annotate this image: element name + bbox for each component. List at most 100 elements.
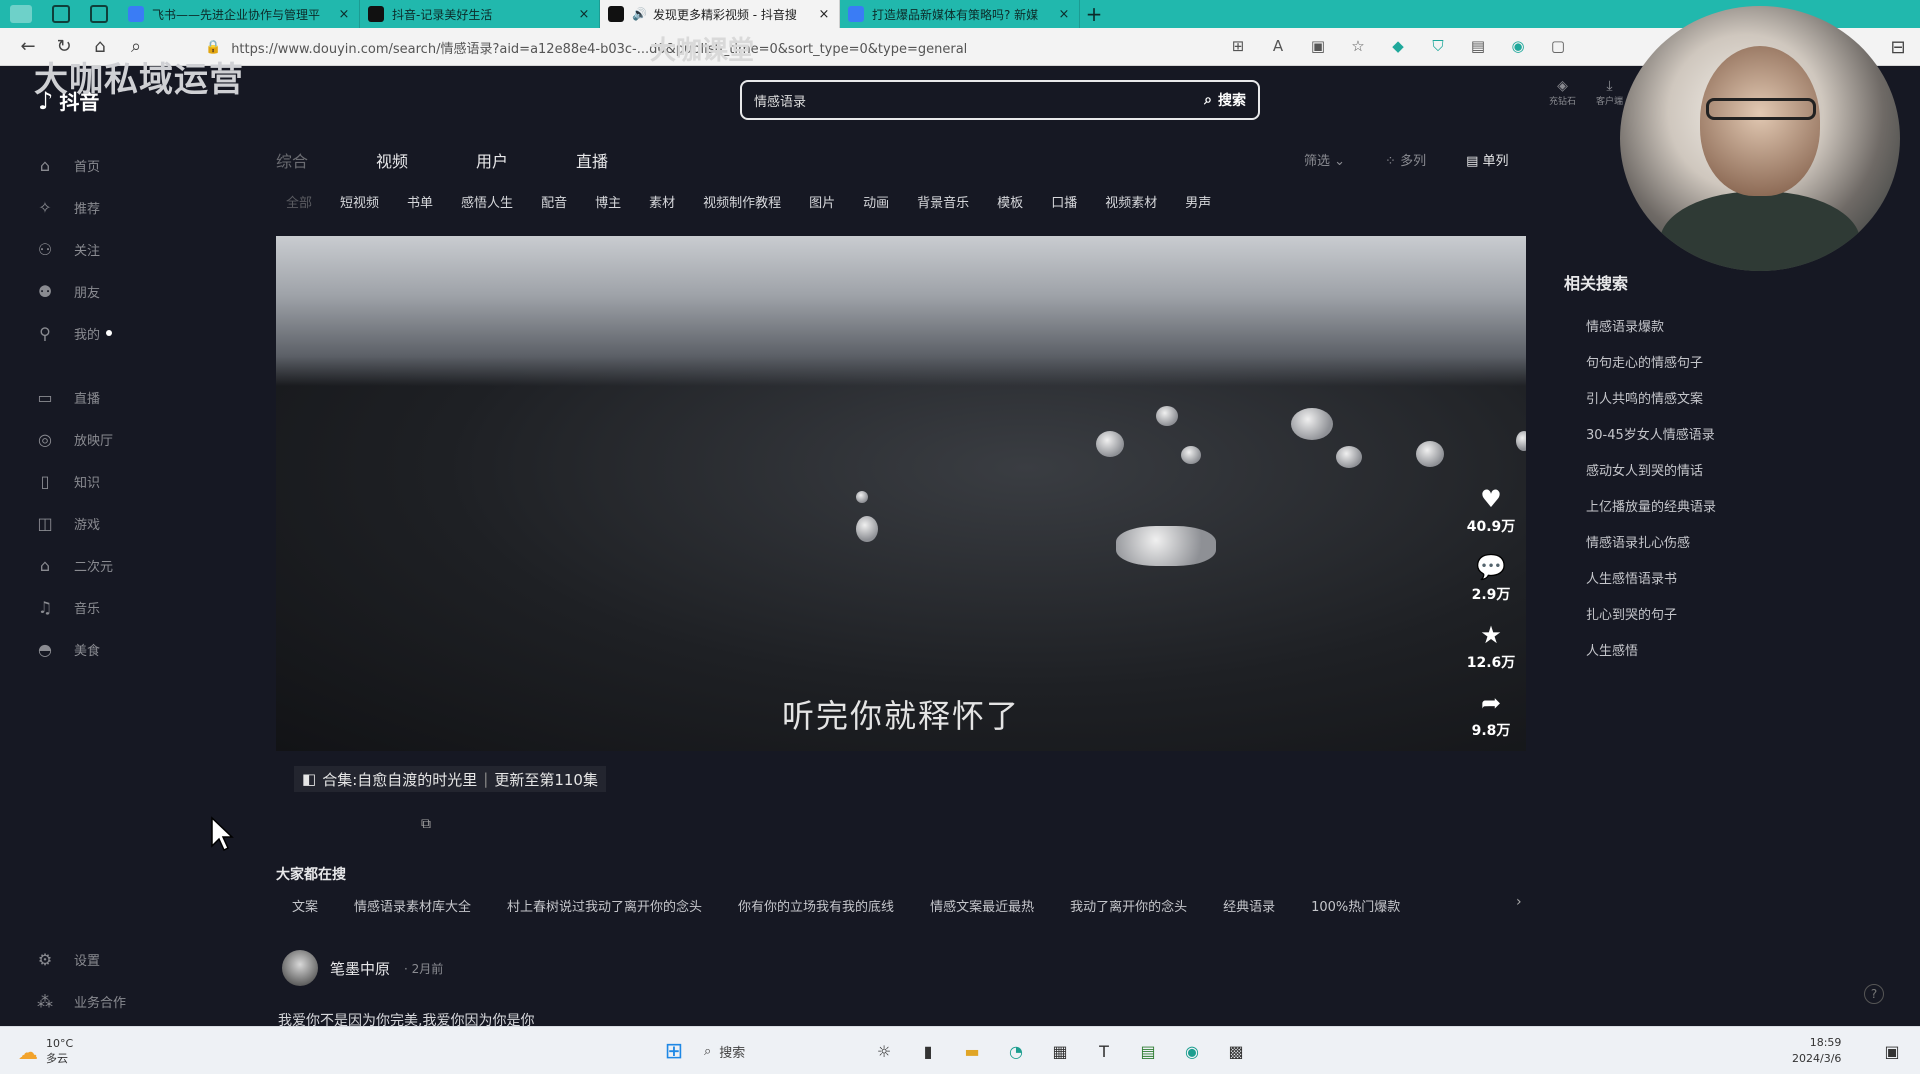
recharge-button[interactable]: ◈ 充钻石: [1549, 78, 1576, 107]
new-tab-button[interactable]: +: [1080, 2, 1108, 26]
screenshot-icon[interactable]: ▢: [1548, 36, 1568, 56]
typora-icon[interactable]: T: [1090, 1037, 1118, 1065]
hot-search-item[interactable]: 村上春树说过我动了离开你的念头: [507, 896, 702, 915]
related-item[interactable]: 人生感悟语录书: [1564, 568, 1864, 604]
weather-widget[interactable]: ☁ 10°C 多云: [18, 1037, 73, 1066]
subtab[interactable]: 视频制作教程: [703, 192, 781, 211]
store-icon[interactable]: ▦: [1046, 1037, 1074, 1065]
sidebar-item-live[interactable]: ▭ 直播: [34, 376, 234, 418]
profile-icon[interactable]: [10, 5, 32, 23]
notification-icon[interactable]: ▣: [1878, 1037, 1906, 1065]
extension-icon[interactable]: ◆: [1388, 36, 1408, 56]
start-icon[interactable]: ⊞: [660, 1037, 688, 1065]
subtab[interactable]: 博主: [595, 192, 621, 211]
pip-icon[interactable]: ⧉: [421, 816, 431, 832]
share-button[interactable]: ➦ 9.8万: [1466, 690, 1516, 740]
single-column-button[interactable]: ▤ 单列: [1466, 150, 1508, 169]
subtab[interactable]: 感悟人生: [461, 192, 513, 211]
related-item[interactable]: 上亿播放量的经典语录: [1564, 496, 1864, 532]
widgets-icon[interactable]: ☼: [870, 1037, 898, 1065]
related-item[interactable]: 情感语录爆款: [1564, 316, 1864, 352]
sidebar-item-food[interactable]: ◓ 美食: [34, 628, 234, 670]
favorite-button[interactable]: ★ 12.6万: [1466, 622, 1516, 672]
sidebar-item-anime[interactable]: ⌂ 二次元: [34, 544, 234, 586]
hot-search-item[interactable]: 情感语录素材库大全: [354, 896, 471, 915]
system-clock[interactable]: 18:59 2024/3/6: [1792, 1035, 1841, 1067]
browser-tab-feishu[interactable]: 飞书——先进企业协作与管理平 ×: [120, 0, 360, 28]
task-view-icon[interactable]: ▮: [914, 1037, 942, 1065]
subtab[interactable]: 模板: [997, 192, 1023, 211]
hot-search-item[interactable]: 文案: [292, 896, 318, 915]
browser-tab-douyin-search[interactable]: 🔊 发现更多精彩视频 - 抖音搜 ×: [600, 0, 840, 28]
related-item[interactable]: 引人共鸣的情感文案: [1564, 388, 1864, 424]
search-button[interactable]: ⌕ 搜索: [1204, 90, 1246, 110]
sidebar-item-games[interactable]: ◫ 游戏: [34, 502, 234, 544]
hot-search-item[interactable]: 经典语录: [1223, 896, 1275, 915]
tab-general[interactable]: 综合: [276, 148, 308, 172]
avatar[interactable]: [282, 950, 318, 986]
hot-search-item[interactable]: 100%热门爆款: [1311, 896, 1400, 915]
related-item[interactable]: 感动女人到哭的情话: [1564, 460, 1864, 496]
app-icon[interactable]: ⊞: [1228, 36, 1248, 56]
subtab[interactable]: 书单: [407, 192, 433, 211]
collection-badge[interactable]: ◧ 合集: 自愈自渡的时光里 | 更新至第110集: [294, 766, 606, 792]
workspaces-icon[interactable]: [52, 5, 70, 23]
chevron-right-icon[interactable]: ›: [1516, 894, 1522, 910]
related-item[interactable]: 人生感悟: [1564, 640, 1864, 676]
collections-icon[interactable]: ▤: [1468, 36, 1488, 56]
hot-search-item[interactable]: 情感文案最近最热: [930, 896, 1034, 915]
subtab[interactable]: 口播: [1051, 192, 1077, 211]
subtab[interactable]: 男声: [1185, 192, 1211, 211]
taskbar-search[interactable]: ⌕ 搜索: [704, 1035, 854, 1067]
related-item[interactable]: 情感语录扎心伤感: [1564, 532, 1864, 568]
file-explorer-icon[interactable]: ▬: [958, 1037, 986, 1065]
filter-button[interactable]: 筛选 ⌄: [1304, 150, 1345, 169]
related-item[interactable]: 30-45岁女人情感语录: [1564, 424, 1864, 460]
sidebar-item-cinema[interactable]: ◎ 放映厅: [34, 418, 234, 460]
browser-tab-article[interactable]: 打造爆品新媒体有策略吗? 新媒 ×: [840, 0, 1080, 28]
sidebar-item-home[interactable]: ⌂ 首页: [34, 144, 234, 186]
close-tab-icon[interactable]: ×: [1057, 7, 1071, 22]
author-name[interactable]: 笔墨中原: [330, 958, 390, 979]
subtab-all[interactable]: 全部: [286, 192, 312, 211]
subtab[interactable]: 配音: [541, 192, 567, 211]
subtab[interactable]: 背景音乐: [917, 192, 969, 211]
related-item[interactable]: 句句走心的情感句子: [1564, 352, 1864, 388]
tab-actions-icon[interactable]: [90, 5, 108, 23]
sidebar-toggle-icon[interactable]: ⊟: [1880, 32, 1916, 62]
subtab[interactable]: 视频素材: [1105, 192, 1157, 211]
browser-icon[interactable]: ◉: [1178, 1037, 1206, 1065]
subtab[interactable]: 素材: [649, 192, 675, 211]
edge-icon[interactable]: ◔: [1002, 1037, 1030, 1065]
sidebar-item-business[interactable]: ⁂ 业务合作: [34, 980, 234, 1022]
sidebar-item-settings[interactable]: ⚙ 设置: [34, 938, 234, 980]
read-aloud-icon[interactable]: A: [1268, 36, 1288, 56]
close-tab-icon[interactable]: ×: [577, 7, 591, 22]
subtab[interactable]: 短视频: [340, 192, 379, 211]
speaker-icon[interactable]: 🔊: [632, 7, 647, 21]
tab-live[interactable]: 直播: [576, 148, 608, 172]
sidebar-item-music[interactable]: ♫ 音乐: [34, 586, 234, 628]
sidebar-item-knowledge[interactable]: ▯ 知识: [34, 460, 234, 502]
help-icon[interactable]: ?: [1864, 984, 1884, 1004]
app-icon[interactable]: ▩: [1222, 1037, 1250, 1065]
hot-search-item[interactable]: 你有你的立场我有我的底线: [738, 896, 894, 915]
close-tab-icon[interactable]: ×: [337, 7, 351, 22]
subtab[interactable]: 动画: [863, 192, 889, 211]
sidebar-item-mine[interactable]: ⚲ 我的: [34, 312, 234, 354]
multi-column-button[interactable]: ⁘ 多列: [1385, 150, 1426, 169]
subtab[interactable]: 图片: [809, 192, 835, 211]
related-item[interactable]: 扎心到哭的句子: [1564, 604, 1864, 640]
tab-video[interactable]: 视频: [376, 148, 408, 172]
shield-icon[interactable]: ⛉: [1428, 36, 1448, 56]
browser-extension-icon[interactable]: ◉: [1508, 36, 1528, 56]
tab-user[interactable]: 用户: [476, 148, 508, 172]
sidebar-item-friends[interactable]: ⚉ 朋友: [34, 270, 234, 312]
notes-icon[interactable]: ▤: [1134, 1037, 1162, 1065]
close-tab-icon[interactable]: ×: [817, 7, 831, 22]
browser-tab-douyin[interactable]: 抖音-记录美好生活 ×: [360, 0, 600, 28]
favorite-icon[interactable]: ☆: [1348, 36, 1368, 56]
search-input[interactable]: [754, 92, 1205, 108]
client-button[interactable]: ⤓ 客户端: [1596, 78, 1623, 107]
sidebar-item-follow[interactable]: ⚇ 关注: [34, 228, 234, 270]
